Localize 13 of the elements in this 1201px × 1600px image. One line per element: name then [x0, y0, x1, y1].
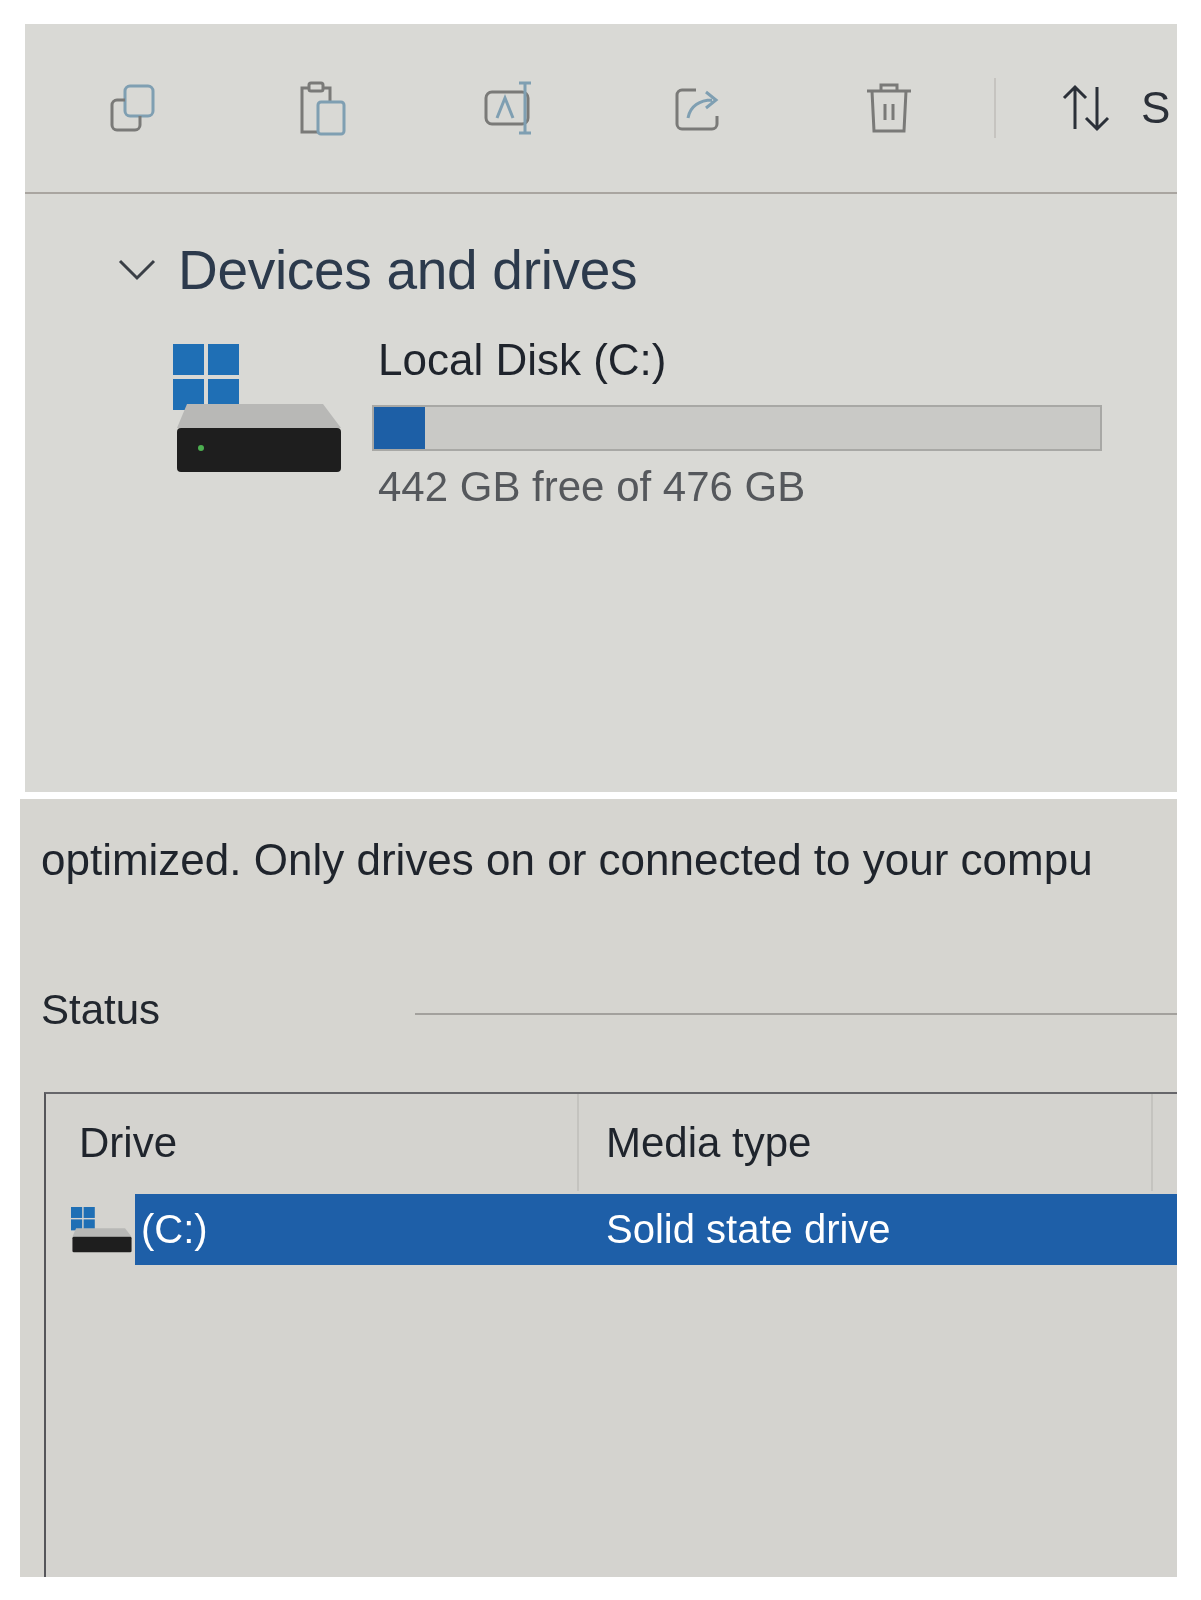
free-space-text: 442 GB free of 476 GB: [377, 462, 806, 512]
table-cell: (C:): [141, 1207, 208, 1252]
drive-icon: [71, 1206, 133, 1253]
column-header[interactable]: Drive: [46, 1094, 579, 1191]
table-cell: Solid state drive: [606, 1207, 891, 1252]
description-text: optimized. Only drives on or connected to your compu: [41, 835, 1093, 885]
table-row[interactable]: (C:) Solid state drive: [135, 1194, 1177, 1265]
up-down-arrows-icon: [1061, 83, 1111, 133]
sort-button[interactable]: S: [1061, 78, 1171, 138]
drive-name[interactable]: Local Disk (C:): [372, 335, 667, 385]
status-label: Status: [41, 985, 161, 1035]
group-header[interactable]: Devices and drives: [118, 235, 638, 305]
column-header[interactable]: Media type: [579, 1094, 1153, 1191]
